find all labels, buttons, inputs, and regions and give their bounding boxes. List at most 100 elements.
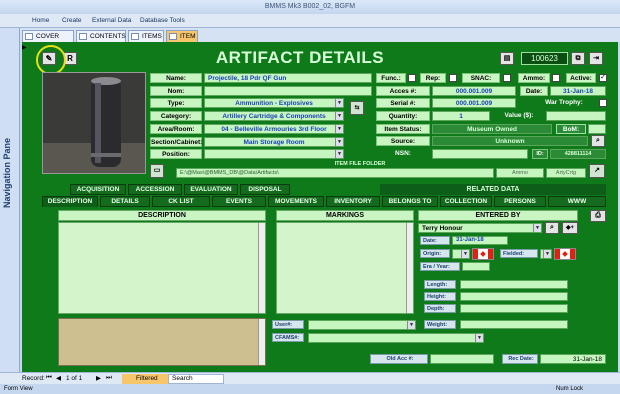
length-field[interactable]: [460, 280, 568, 289]
tab-details[interactable]: DETAILS: [100, 196, 150, 207]
func-label: Func.:: [376, 73, 406, 83]
item-status-field[interactable]: Museum Owned: [432, 124, 552, 134]
markings-textarea[interactable]: [276, 222, 414, 314]
search-box[interactable]: Search: [168, 374, 224, 384]
link-icon-button[interactable]: ⇆: [350, 101, 364, 115]
print-icon-button[interactable]: ⎙: [590, 210, 606, 222]
war-trophy-checkbox[interactable]: [599, 99, 607, 107]
area-room-dropdown[interactable]: 04 - Belleville Armouries 3rd Floor ▼: [204, 124, 344, 134]
chevron-down-icon[interactable]: ▼: [407, 321, 415, 329]
acces-field[interactable]: 000.001.009: [432, 86, 516, 96]
tab-items[interactable]: ITEMS: [128, 30, 164, 42]
first-record-button[interactable]: ⏮: [46, 374, 52, 382]
scrollbar[interactable]: [258, 223, 265, 313]
chevron-down-icon[interactable]: ▼: [543, 250, 551, 258]
tab-persons[interactable]: PERSONS: [494, 196, 546, 207]
position-dropdown[interactable]: ▼: [204, 149, 344, 159]
tab-contents[interactable]: CONTENTS: [76, 30, 126, 42]
scrollbar[interactable]: [258, 319, 265, 365]
tab-inventory[interactable]: INVENTORY: [326, 196, 380, 207]
type-dropdown[interactable]: Ammunition - Explosives ▼: [204, 98, 344, 108]
type-label: Type:: [150, 98, 202, 108]
related-data-header: RELATED DATA: [380, 184, 606, 195]
tab-ck-list[interactable]: CK LIST: [152, 196, 210, 207]
tab-accession[interactable]: ACCESSION: [128, 184, 182, 195]
cfams-dropdown[interactable]: ▼: [308, 333, 484, 343]
chevron-down-icon[interactable]: ▼: [335, 150, 343, 158]
add-person-icon-button[interactable]: ◆+: [562, 222, 578, 234]
navigation-pane[interactable]: Navigation Pane: [0, 28, 20, 382]
tab-evaluation[interactable]: EVALUATION: [184, 184, 238, 195]
name-field[interactable]: Projectile, 18 Pdr QF Gun: [204, 73, 372, 83]
tab-collection[interactable]: COLLECTION: [440, 196, 492, 207]
era-year-field[interactable]: [462, 262, 490, 271]
tab-cover-page[interactable]: COVER PAGE: [22, 30, 74, 51]
tab-belongs-to[interactable]: BELONGS TO: [382, 196, 438, 207]
nom-field[interactable]: [204, 86, 372, 96]
chevron-down-icon[interactable]: ▼: [335, 99, 343, 107]
open-folder-icon-button[interactable]: ↗: [589, 164, 605, 178]
chevron-down-icon[interactable]: ▼: [475, 334, 483, 342]
previous-record-button[interactable]: ◀: [56, 374, 61, 382]
fielded-dropdown[interactable]: ▼: [540, 249, 552, 259]
view-mode: Form View: [4, 386, 33, 392]
active-checkbox[interactable]: ✓: [599, 74, 607, 82]
ribbon-database-tools[interactable]: Database Tools: [140, 17, 185, 24]
tab-www[interactable]: WWW: [548, 196, 606, 207]
chevron-down-icon[interactable]: ▼: [335, 138, 343, 146]
next-record-button[interactable]: ▶: [96, 374, 101, 382]
exit-icon-button[interactable]: ⇥: [589, 52, 603, 65]
old-acc-field[interactable]: [430, 354, 494, 364]
func-checkbox[interactable]: [408, 74, 416, 82]
form-icon: [25, 33, 33, 40]
file-folder-path[interactable]: E:\@Mas\@BMMS_DB\@Data\Artifacts\: [176, 168, 494, 178]
source-field[interactable]: Unknown: [432, 136, 588, 146]
document-icon-button[interactable]: ▤: [500, 52, 514, 65]
quantity-field[interactable]: 1: [432, 111, 490, 121]
serial-field[interactable]: 000.001.009: [432, 98, 516, 108]
tab-disposal[interactable]: DISPOSAL: [240, 184, 290, 195]
ribbon-external-data[interactable]: External Data: [92, 17, 131, 24]
tab-description[interactable]: DESCRIPTION: [42, 196, 98, 207]
ribbon-create[interactable]: Create: [62, 17, 82, 24]
origin-dropdown[interactable]: ▼: [452, 249, 470, 259]
notes-textarea[interactable]: [58, 318, 266, 366]
chevron-down-icon[interactable]: ▼: [335, 125, 343, 133]
entered-date-field[interactable]: 31-Jan-18: [452, 236, 508, 245]
tab-acquisition[interactable]: ACQUISITION: [70, 184, 126, 195]
chevron-down-icon[interactable]: ▼: [461, 250, 469, 258]
chevron-down-icon[interactable]: ▼: [533, 224, 541, 232]
category-dropdown[interactable]: Artillery Cartridge & Components ▼: [204, 111, 344, 121]
search-icon-button[interactable]: ⌕: [545, 222, 559, 234]
ribbon: Home Create External Data Database Tools: [0, 14, 620, 28]
entered-by-dropdown[interactable]: Terry Honour ▼: [418, 223, 542, 233]
tab-events[interactable]: EVENTS: [212, 196, 266, 207]
copy-icon-button[interactable]: ⧉: [571, 52, 585, 65]
depth-field[interactable]: [460, 304, 568, 313]
weight-field[interactable]: [460, 320, 568, 329]
scrollbar[interactable]: [406, 223, 413, 313]
filter-toggle[interactable]: Filtered: [122, 374, 168, 384]
document-tabs: COVER PAGE CONTENTS ITEMS ITEM: [20, 28, 620, 51]
last-record-button[interactable]: ⏭: [106, 374, 112, 382]
tab-item[interactable]: ITEM: [166, 30, 198, 42]
date-field[interactable]: 31-Jan-18: [550, 86, 606, 96]
snac-checkbox[interactable]: [503, 74, 511, 82]
search-icon-button[interactable]: ⌕: [591, 135, 605, 147]
nsn-field[interactable]: [432, 149, 528, 159]
record-selector-arrow[interactable]: ▶: [22, 44, 27, 51]
chevron-down-icon[interactable]: ▼: [335, 112, 343, 120]
height-field[interactable]: [460, 292, 568, 301]
ribbon-home[interactable]: Home: [32, 17, 49, 24]
ammo-checkbox[interactable]: [552, 74, 560, 82]
navigation-pane-label: Navigation Pane: [2, 138, 12, 209]
folder-icon-button[interactable]: ▭: [150, 164, 164, 178]
value-field[interactable]: [546, 111, 606, 121]
tab-movements[interactable]: MOVEMENTS: [268, 196, 324, 207]
user-dropdown[interactable]: ▼: [308, 320, 416, 330]
record-position[interactable]: 1 of 1: [66, 375, 82, 382]
rep-checkbox[interactable]: [449, 74, 457, 82]
description-textarea[interactable]: [58, 222, 266, 314]
section-cabinet-dropdown[interactable]: Main Storage Room ▼: [204, 137, 344, 147]
bom-field[interactable]: [588, 124, 606, 134]
